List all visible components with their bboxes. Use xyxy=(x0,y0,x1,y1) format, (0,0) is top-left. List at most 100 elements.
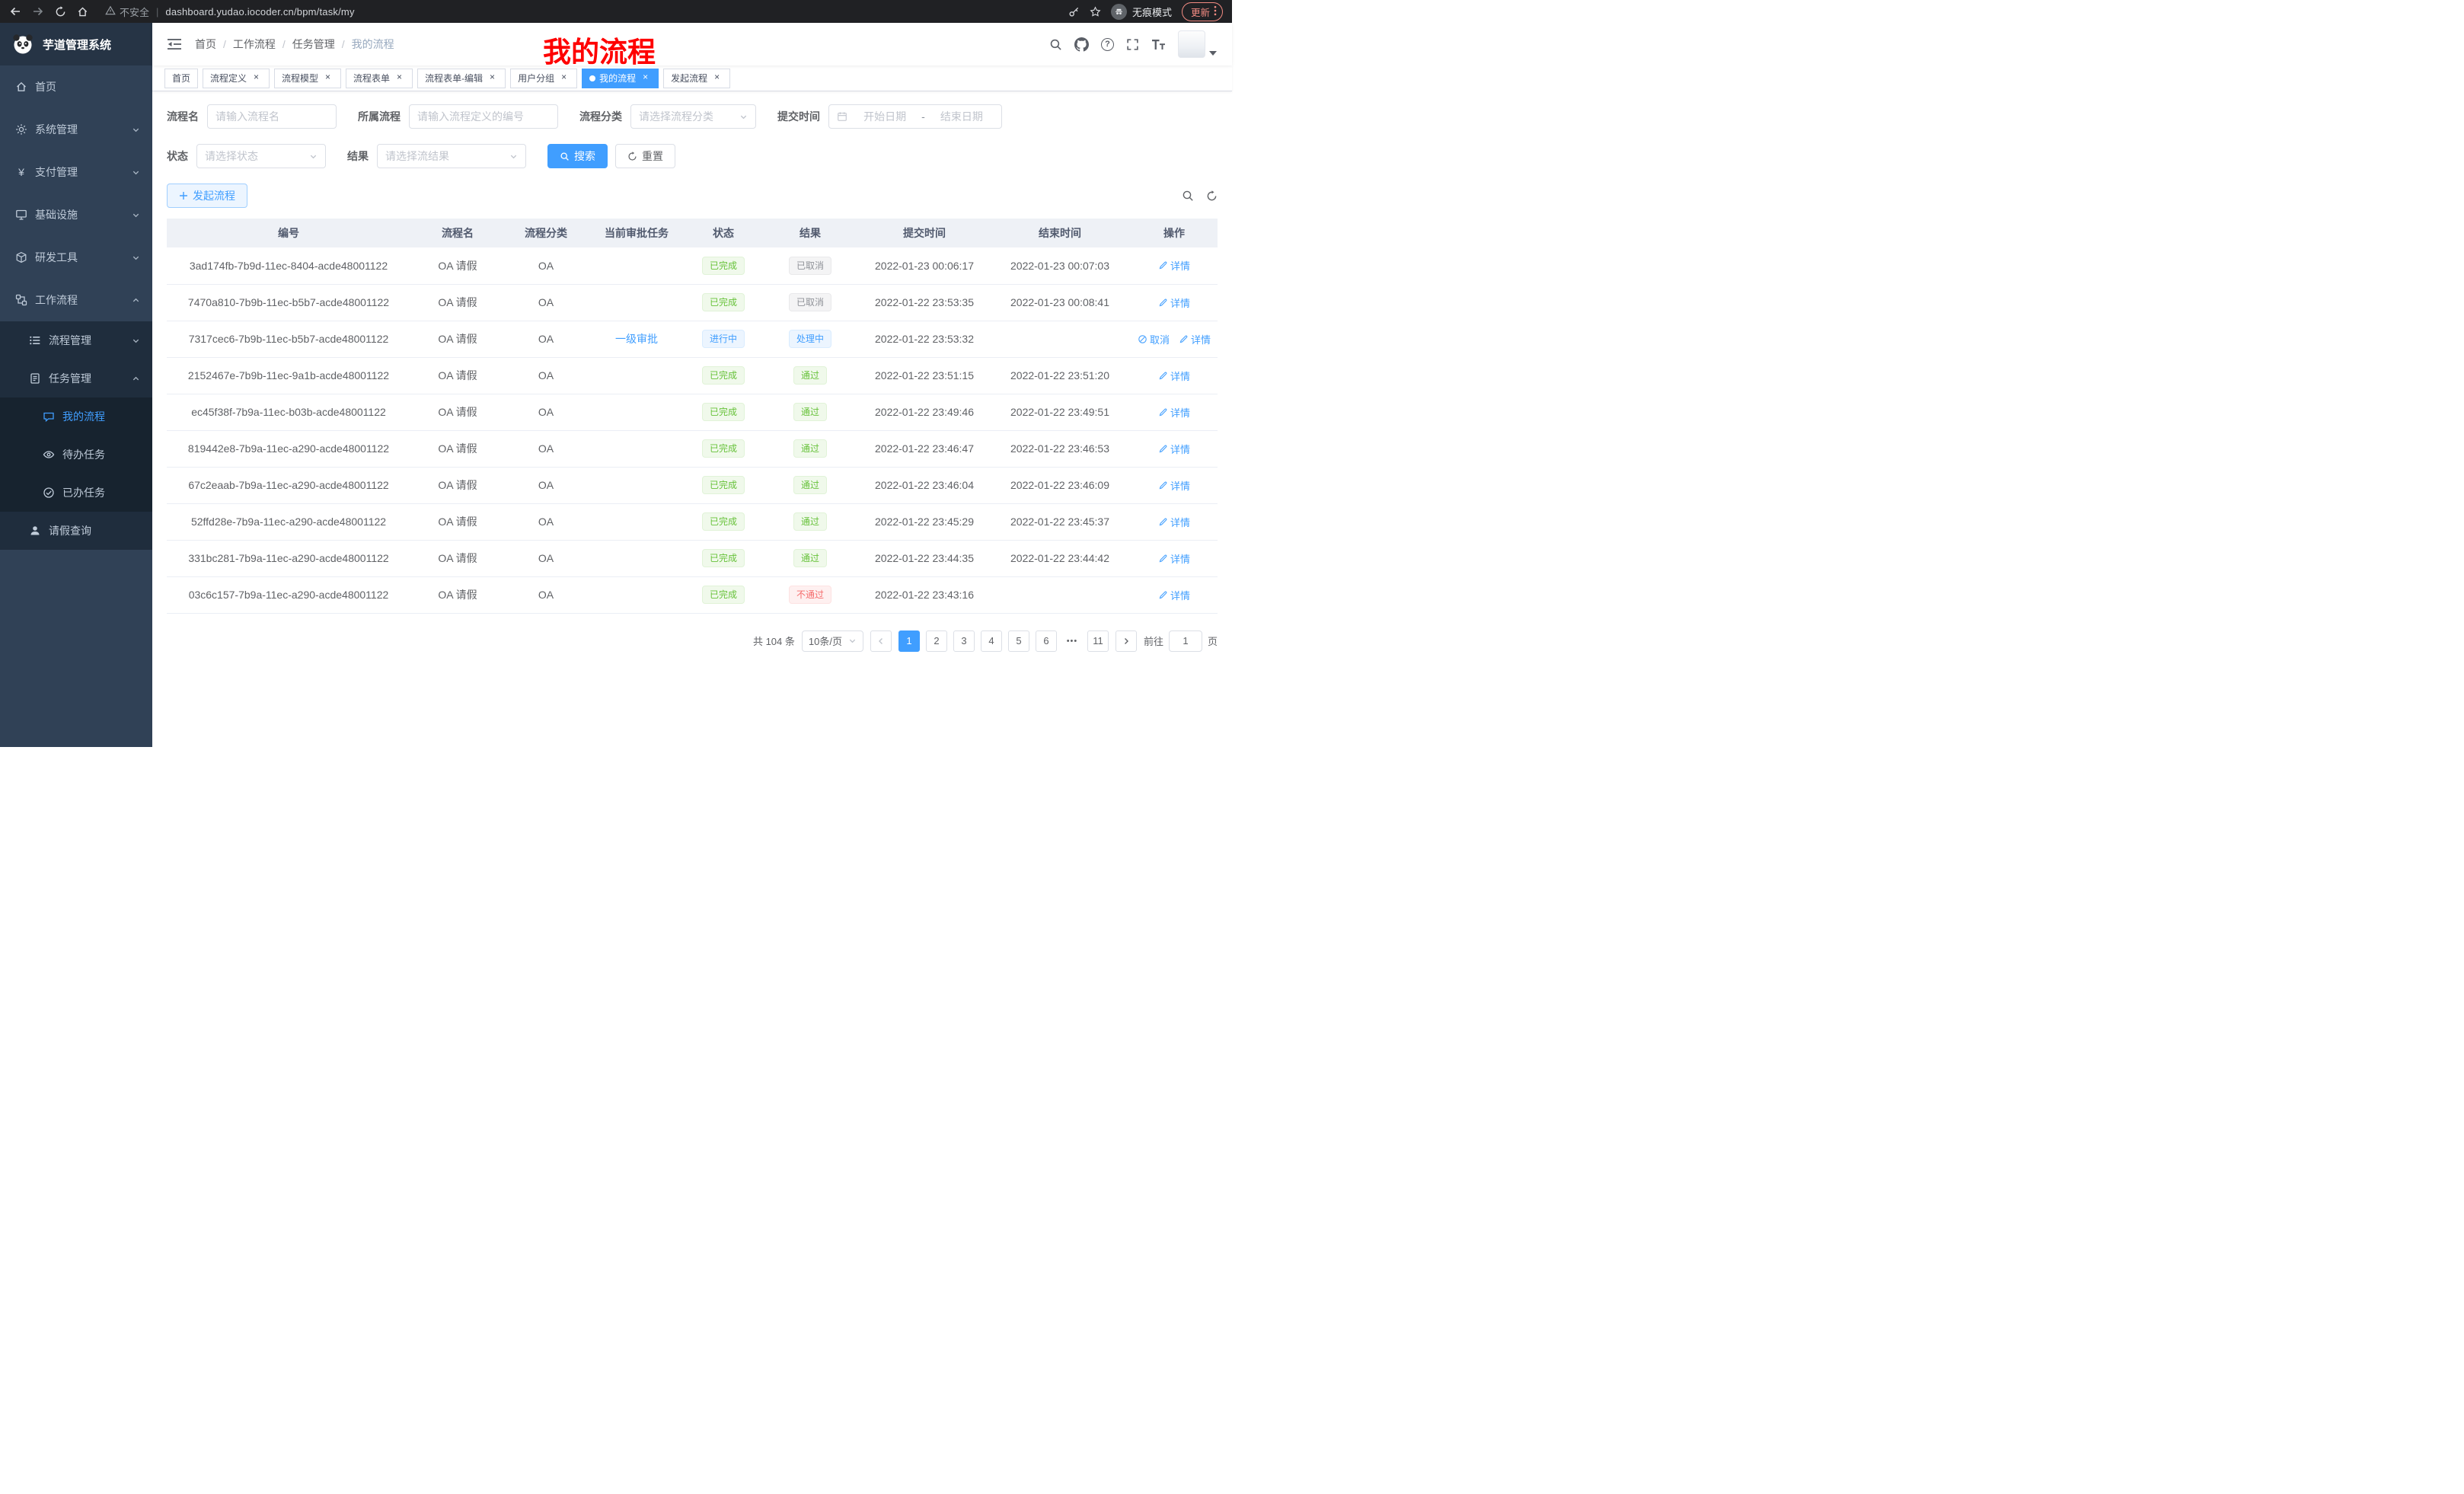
key-icon[interactable] xyxy=(1068,6,1080,18)
chevron-down-icon xyxy=(848,637,857,645)
page-button-11[interactable]: 11 xyxy=(1087,630,1109,652)
reset-button-label: 重置 xyxy=(642,148,663,164)
refresh-icon xyxy=(627,152,637,161)
breadcrumb-item[interactable]: 首页 xyxy=(195,37,216,52)
detail-link[interactable]: 详情 xyxy=(1158,515,1190,529)
detail-link[interactable]: 详情 xyxy=(1158,551,1190,566)
approval-task-link[interactable]: 一级审批 xyxy=(615,333,658,345)
incognito-profile-chip[interactable]: 无痕模式 xyxy=(1111,4,1172,20)
prev-page-button[interactable] xyxy=(870,630,892,652)
close-icon[interactable]: × xyxy=(558,72,570,84)
close-icon[interactable]: × xyxy=(394,72,405,84)
fold-sidebar-icon[interactable] xyxy=(168,38,181,50)
detail-link[interactable]: 详情 xyxy=(1158,258,1190,273)
tab[interactable]: 用户分组× xyxy=(510,69,577,88)
breadcrumb-item[interactable]: 工作流程 xyxy=(233,37,276,52)
more-icon[interactable] xyxy=(1214,5,1217,18)
detail-link[interactable]: 详情 xyxy=(1158,405,1190,420)
process-definition-input-field[interactable] xyxy=(417,110,550,123)
fullscreen-icon[interactable] xyxy=(1126,38,1139,51)
close-icon[interactable]: × xyxy=(487,72,498,84)
cell-status: 已完成 xyxy=(686,576,761,613)
tab[interactable]: 流程定义× xyxy=(203,69,270,88)
tab[interactable]: 发起流程× xyxy=(663,69,730,88)
sidebar-item[interactable]: 待办任务 xyxy=(0,436,152,474)
page-button-1[interactable]: 1 xyxy=(898,630,920,652)
tab[interactable]: 流程模型× xyxy=(274,69,341,88)
page-size-select[interactable]: 10条/页 xyxy=(802,630,863,652)
cell-submit-time: 2022-01-22 23:46:04 xyxy=(860,467,989,503)
page-button-6[interactable]: 6 xyxy=(1036,630,1057,652)
address-bar[interactable]: 不安全 | dashboard.yudao.iocoder.cn/bpm/tas… xyxy=(105,5,1058,19)
detail-link[interactable]: 详情 xyxy=(1158,442,1190,456)
cell-actions: 详情 xyxy=(1131,576,1218,613)
process-category-select[interactable]: 请选择流程分类 xyxy=(630,104,756,129)
more-pages-icon[interactable]: ••• xyxy=(1063,630,1081,652)
refresh-icon[interactable] xyxy=(1206,190,1218,202)
sidebar-item[interactable]: 首页 xyxy=(0,65,152,108)
sidebar-item[interactable]: 研发工具 xyxy=(0,236,152,279)
tab[interactable]: 首页 xyxy=(164,69,198,88)
status-select[interactable]: 请选择状态 xyxy=(196,144,326,168)
next-page-button[interactable] xyxy=(1116,630,1137,652)
close-icon[interactable]: × xyxy=(711,72,723,84)
cell-process-id: 331bc281-7b9a-11ec-a290-acde48001122 xyxy=(167,540,410,576)
column-header: 状态 xyxy=(686,219,761,247)
detail-link[interactable]: 详情 xyxy=(1158,369,1190,383)
detail-link[interactable]: 详情 xyxy=(1158,295,1190,310)
github-icon[interactable] xyxy=(1074,37,1089,52)
cell-current-task xyxy=(587,284,686,321)
process-name-input[interactable] xyxy=(207,104,337,129)
page-button-2[interactable]: 2 xyxy=(926,630,947,652)
browser-home-icon[interactable] xyxy=(77,6,88,18)
cancel-link[interactable]: 取消 xyxy=(1138,332,1170,346)
create-process-button[interactable]: 发起流程 xyxy=(167,184,247,208)
close-icon[interactable]: × xyxy=(322,72,334,84)
sidebar-item[interactable]: 工作流程 xyxy=(0,279,152,321)
breadcrumb-item[interactable]: 任务管理 xyxy=(292,37,335,52)
tab[interactable]: 流程表单-编辑× xyxy=(417,69,506,88)
tab[interactable]: 我的流程× xyxy=(582,69,659,88)
help-icon[interactable]: ? xyxy=(1101,38,1114,51)
reset-button[interactable]: 重置 xyxy=(615,144,675,168)
result-select[interactable]: 请选择流结果 xyxy=(377,144,526,168)
forward-icon[interactable] xyxy=(32,5,44,18)
detail-link[interactable]: 详情 xyxy=(1179,332,1211,346)
back-icon[interactable] xyxy=(9,5,21,18)
detail-link[interactable]: 详情 xyxy=(1158,478,1190,493)
search-button[interactable]: 搜索 xyxy=(547,144,608,168)
hide-search-icon[interactable] xyxy=(1182,190,1194,202)
tab[interactable]: 流程表单× xyxy=(346,69,413,88)
page-button-3[interactable]: 3 xyxy=(953,630,975,652)
search-icon[interactable] xyxy=(1049,38,1062,51)
select-placeholder: 请选择流程分类 xyxy=(639,109,735,124)
reload-icon[interactable] xyxy=(55,6,66,18)
result-badge: 已取消 xyxy=(789,293,831,311)
cell-process-id: 52ffd28e-7b9a-11ec-a290-acde48001122 xyxy=(167,503,410,540)
sidebar-item[interactable]: 请假查询 xyxy=(0,512,152,550)
process-name-input-field[interactable] xyxy=(215,110,328,123)
filter-label: 流程名 xyxy=(167,109,199,124)
update-button[interactable]: 更新 xyxy=(1182,2,1223,21)
star-icon[interactable] xyxy=(1090,6,1101,18)
page-button-5[interactable]: 5 xyxy=(1008,630,1029,652)
sidebar-item[interactable]: 系统管理 xyxy=(0,108,152,151)
sidebar-item[interactable]: 我的流程 xyxy=(0,397,152,436)
submit-time-range-picker[interactable]: 开始日期 - 结束日期 xyxy=(828,104,1002,129)
goto-page-input[interactable] xyxy=(1169,630,1202,652)
sidebar-item[interactable]: 已办任务 xyxy=(0,474,152,512)
sidebar-item[interactable]: ¥支付管理 xyxy=(0,151,152,193)
sidebar-item[interactable]: 基础设施 xyxy=(0,193,152,236)
yen-icon: ¥ xyxy=(15,167,27,177)
font-size-icon[interactable] xyxy=(1151,39,1166,50)
page-button-4[interactable]: 4 xyxy=(981,630,1002,652)
detail-link[interactable]: 详情 xyxy=(1158,588,1190,602)
cell-process-id: 7317cec6-7b9b-11ec-b5b7-acde48001122 xyxy=(167,321,410,357)
sidebar-item[interactable]: 任务管理 xyxy=(0,359,152,397)
user-avatar[interactable] xyxy=(1178,30,1217,58)
close-icon[interactable]: × xyxy=(251,72,262,84)
security-status[interactable]: 不安全 xyxy=(105,5,149,19)
close-icon[interactable]: × xyxy=(640,72,651,84)
process-definition-input[interactable] xyxy=(409,104,558,129)
sidebar-item[interactable]: 流程管理 xyxy=(0,321,152,359)
